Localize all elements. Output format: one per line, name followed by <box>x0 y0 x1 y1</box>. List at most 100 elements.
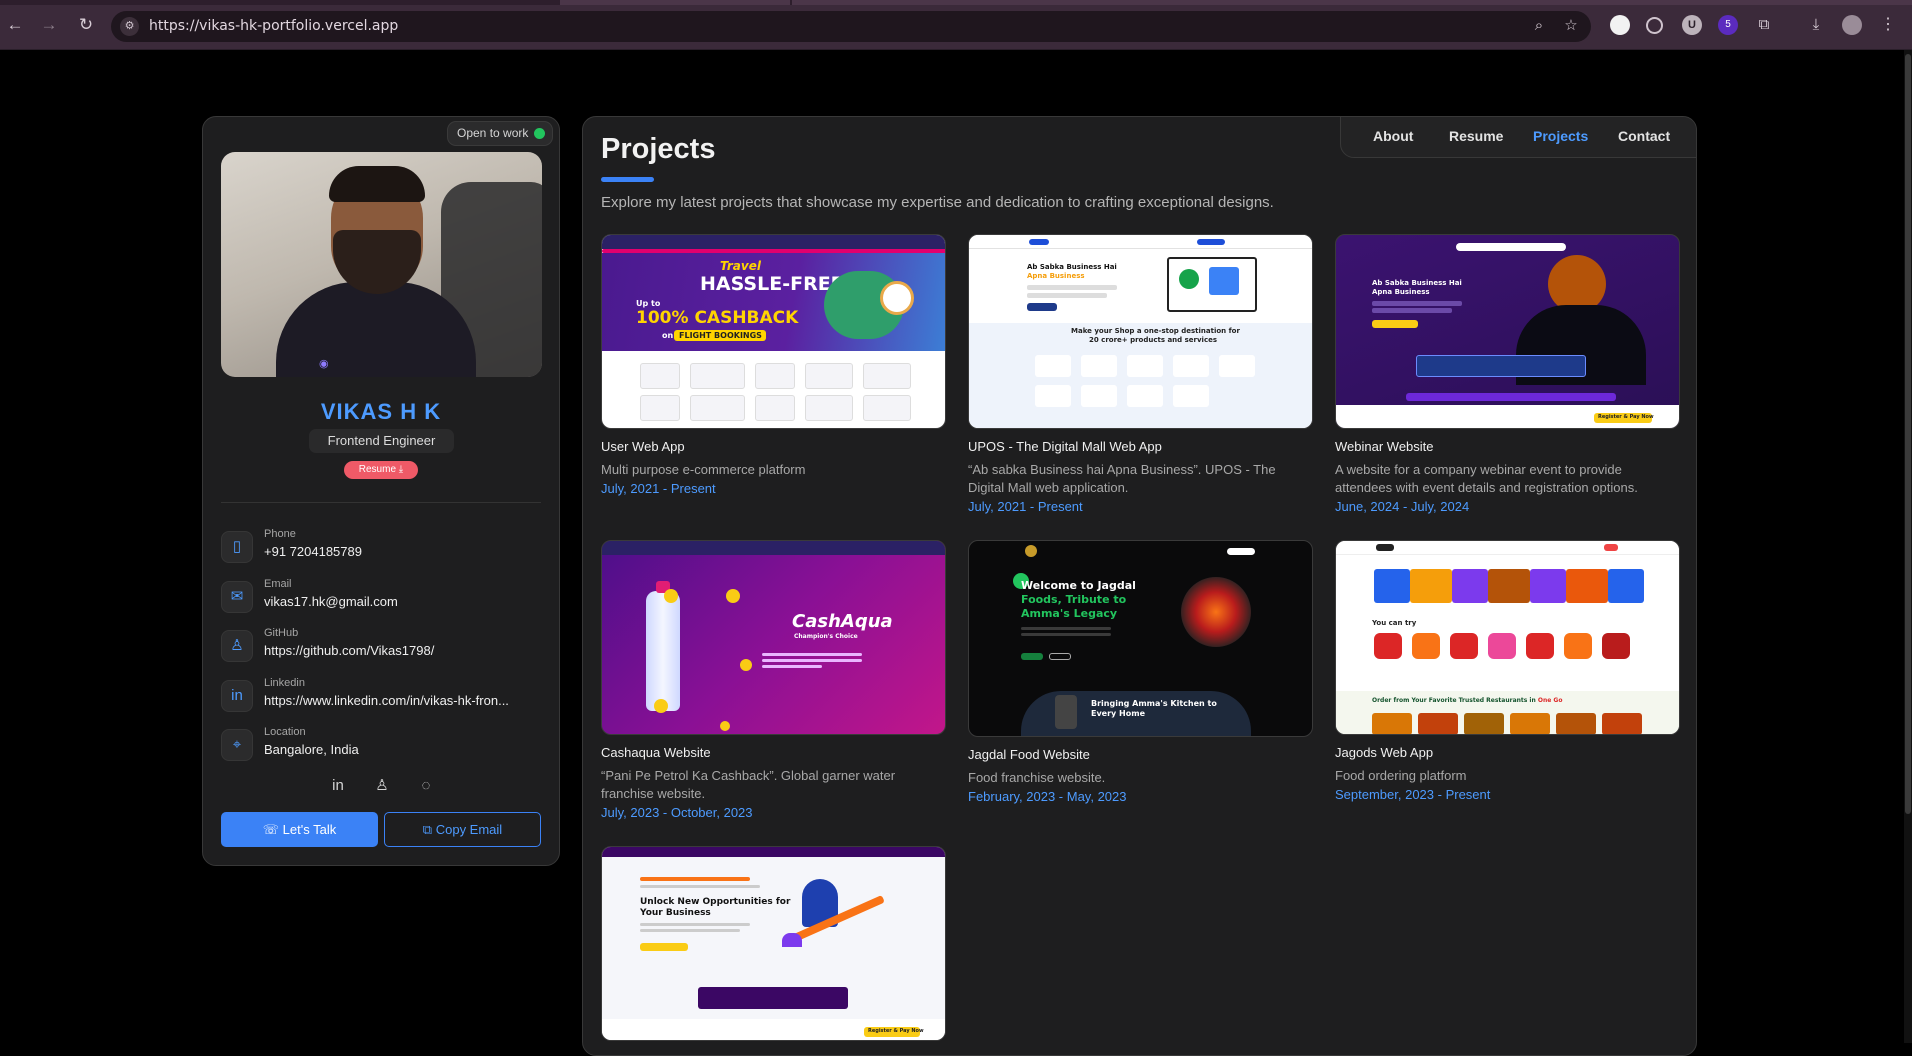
extension-icon[interactable] <box>1610 15 1630 35</box>
thumb-text: Welcome to Jagdal <box>1021 579 1136 592</box>
thumb-banner <box>1374 569 1410 603</box>
thumb-tile <box>640 395 680 421</box>
tab-contact[interactable]: Contact <box>1618 128 1670 144</box>
thumb-tile <box>805 395 853 421</box>
project-card[interactable]: You can try Order from Your Favorite Tru… <box>1335 540 1680 802</box>
menu-kebab-icon[interactable]: ⋮ <box>1878 15 1898 35</box>
contact-value[interactable]: +91 7204185789 <box>264 544 544 559</box>
linkedin-social-icon[interactable]: in <box>327 775 349 797</box>
thumb-tile <box>690 363 745 389</box>
project-thumbnail[interactable]: CashAqua Champion's Choice <box>601 540 946 735</box>
open-to-work-badge: Open to work <box>447 121 554 146</box>
project-thumbnail[interactable]: Ab Sabka Business Hai Apna Business Regi… <box>1335 234 1680 429</box>
thumb-tile <box>690 395 745 421</box>
location-icon: ⌖ <box>221 729 253 761</box>
thumb-button: Register & Pay Now <box>1594 413 1654 423</box>
thumb-line <box>1372 308 1452 313</box>
thumb-text: One Go <box>1537 697 1563 704</box>
thumb-text: CashAqua <box>792 611 893 632</box>
contact-value[interactable]: https://www.linkedin.com/in/vikas-hk-fro… <box>264 693 544 708</box>
extensions-puzzle-icon[interactable]: ⧉ <box>1754 15 1774 35</box>
back-icon[interactable]: ← <box>4 14 26 36</box>
browser-tab[interactable] <box>560 0 790 5</box>
thumb-text: Amma's Legacy <box>1021 607 1118 620</box>
chat-social-icon[interactable]: ◌ <box>415 775 437 797</box>
project-title[interactable]: Jagdal Food Website <box>968 747 1090 762</box>
project-thumbnail[interactable]: You can try Order from Your Favorite Tru… <box>1335 540 1680 735</box>
project-title[interactable]: Jagods Web App <box>1335 745 1433 760</box>
thumb-food <box>1450 633 1478 659</box>
bookmark-star-icon[interactable]: ☆ <box>1561 16 1581 36</box>
thumb-line <box>762 659 862 662</box>
project-card[interactable]: Travel HASSLE-FREE Up to 100% CASHBACK o… <box>601 234 946 496</box>
resume-label: Resume <box>358 464 397 475</box>
thumb-text: Foods, Tribute to <box>1021 593 1127 606</box>
project-thumbnail[interactable]: Travel HASSLE-FREE Up to 100% CASHBACK o… <box>601 234 946 429</box>
browser-toolbar: ← → ↻ ⚙ https://vikas-hk-portfolio.verce… <box>0 0 1912 50</box>
project-card[interactable]: Ab Sabka Business Hai Apna Business Regi… <box>1335 234 1680 514</box>
project-card[interactable]: Welcome to Jagdal Foods, Tribute to Amma… <box>968 540 1313 804</box>
project-title[interactable]: Webinar Website <box>1335 439 1434 454</box>
thumb-line <box>1021 627 1111 630</box>
github-social-icon[interactable]: ♙ <box>371 775 393 797</box>
tab-projects[interactable]: Projects <box>1533 128 1588 144</box>
extension-badge[interactable]: 5 <box>1718 15 1738 35</box>
thumb-text: Register & Pay Now <box>868 1028 924 1034</box>
thumb-footer: Register & Pay Now <box>602 1019 945 1040</box>
thumb-button <box>1027 303 1057 311</box>
project-thumbnail[interactable]: Ab Sabka Business Hai Apna Business Make… <box>968 234 1313 429</box>
address-bar[interactable]: ⚙ https://vikas-hk-portfolio.vercel.app … <box>111 11 1591 42</box>
tab-resume[interactable]: Resume <box>1449 128 1503 144</box>
thumb-text: Order from Your Favorite Trusted Restaur… <box>1372 697 1536 704</box>
url-text[interactable]: https://vikas-hk-portfolio.vercel.app <box>149 18 398 34</box>
project-card[interactable]: Ab Sabka Business Hai Apna Business Make… <box>968 234 1313 514</box>
project-card[interactable]: Unlock New Opportunities for Your Busine… <box>601 846 946 1041</box>
project-date: July, 2021 - Present <box>968 499 1083 514</box>
contact-label: Phone <box>264 528 296 540</box>
lets-talk-button[interactable]: ☏ Let's Talk <box>221 812 378 847</box>
tab-about[interactable]: About <box>1373 128 1413 144</box>
thumb-tile <box>1081 385 1117 407</box>
thumb-text: 100% CASHBACK <box>636 308 799 328</box>
zoom-icon[interactable]: ⌕ <box>1529 16 1549 36</box>
thumb-nav <box>969 235 1312 249</box>
project-thumbnail[interactable]: Unlock New Opportunities for Your Busine… <box>601 846 946 1041</box>
thumb-footer: Register & Pay Now <box>1336 405 1679 428</box>
project-title[interactable]: User Web App <box>601 439 685 454</box>
profile-avatar[interactable] <box>1842 15 1862 35</box>
site-info-icon[interactable]: ⚙ <box>120 17 139 36</box>
project-card[interactable]: CashAqua Champion's Choice Cashaqua Webs… <box>601 540 946 820</box>
thumb-tile <box>1418 713 1458 734</box>
download-icon[interactable]: ⤓ <box>1806 15 1826 35</box>
thumb-food <box>1412 633 1440 659</box>
contact-github: ♙ GitHub https://github.com/Vikas1798/ <box>221 626 541 666</box>
thumb-food <box>1374 633 1402 659</box>
project-thumbnail[interactable]: Welcome to Jagdal Foods, Tribute to Amma… <box>968 540 1313 737</box>
thumb-coin <box>654 699 668 713</box>
thumb-shape <box>1179 269 1199 289</box>
scrollbar-thumb[interactable] <box>1905 54 1911 814</box>
browser-tab-active[interactable] <box>792 0 1912 5</box>
project-title[interactable]: UPOS - The Digital Mall Web App <box>968 439 1162 454</box>
contact-value[interactable]: vikas17.hk@gmail.com <box>264 594 544 609</box>
copy-email-button[interactable]: ⧉ Copy Email <box>384 812 541 847</box>
extension-target-icon[interactable] <box>1646 17 1663 34</box>
project-title[interactable]: Cashaqua Website <box>601 745 711 760</box>
thumb-monitor <box>1167 257 1257 312</box>
thumb-nav <box>602 541 945 555</box>
thumb-tile <box>1127 355 1163 377</box>
thumb-text: You can try <box>1372 619 1417 627</box>
page-scrollbar[interactable] <box>1904 50 1912 1043</box>
thumb-coin <box>726 589 740 603</box>
thumb-line <box>640 923 750 926</box>
contact-linkedin: in Linkedin https://www.linkedin.com/in/… <box>221 676 541 716</box>
github-icon: ♙ <box>221 630 253 662</box>
copy-email-label: Copy Email <box>435 822 503 837</box>
forward-icon[interactable]: → <box>38 14 60 36</box>
project-date: September, 2023 - Present <box>1335 787 1491 802</box>
reload-icon[interactable]: ↻ <box>75 14 97 36</box>
contact-value[interactable]: https://github.com/Vikas1798/ <box>264 643 544 658</box>
extension-u-icon[interactable]: U <box>1682 15 1702 35</box>
thumb-text: Register & Pay Now <box>1598 414 1654 420</box>
resume-download-button[interactable]: Resume ⤓ <box>344 461 418 479</box>
